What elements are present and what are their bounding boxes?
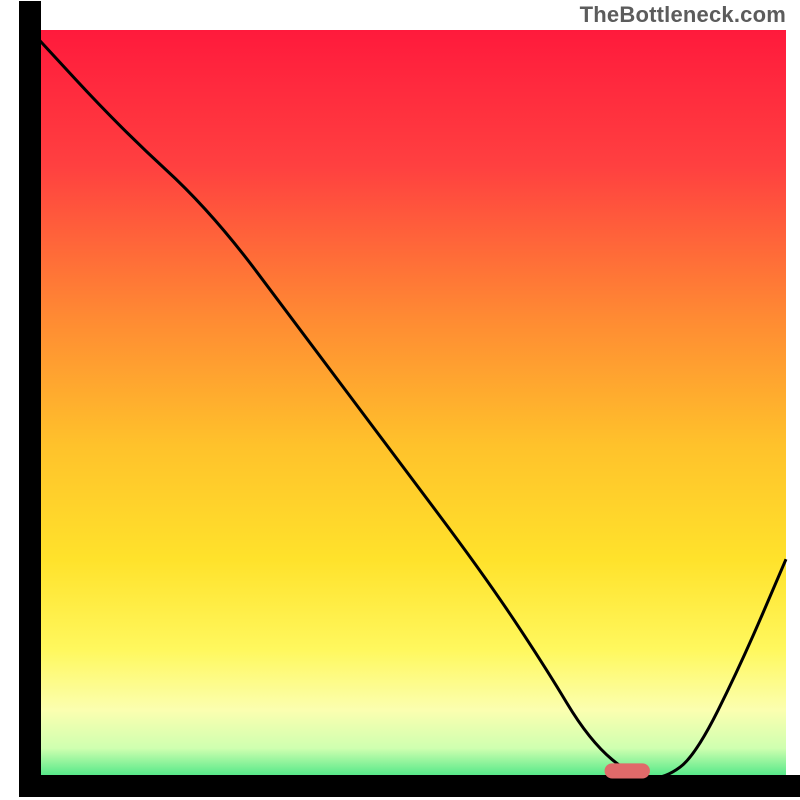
bottleneck-chart: [0, 0, 800, 800]
optimal-marker: [605, 763, 650, 778]
gradient-background: [30, 30, 786, 786]
watermark-text: TheBottleneck.com: [580, 2, 786, 28]
chart-container: TheBottleneck.com: [0, 0, 800, 800]
plot-area: [30, 12, 792, 786]
